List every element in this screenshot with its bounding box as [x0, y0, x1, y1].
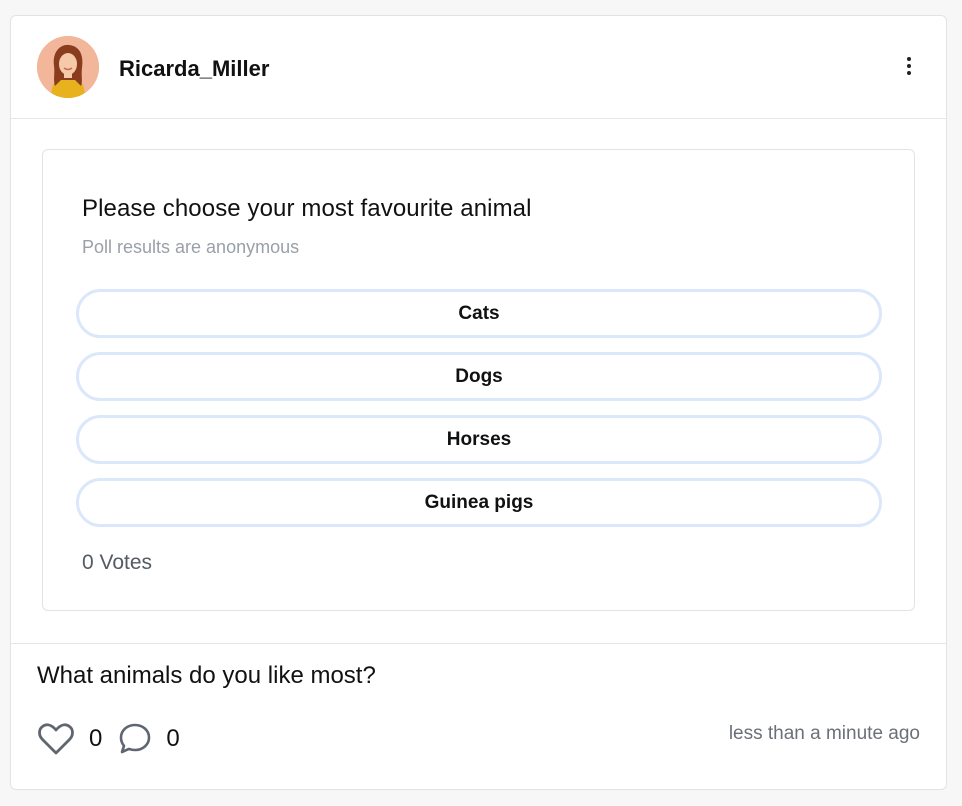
- poll-option-dogs[interactable]: Dogs: [76, 352, 882, 401]
- vertical-ellipsis-icon: [907, 57, 911, 75]
- post-timestamp: less than a minute ago: [728, 723, 920, 744]
- post-header: Ricarda_Miller: [11, 16, 946, 119]
- comment-button[interactable]: 0: [118, 722, 195, 756]
- like-count: 0: [89, 725, 103, 752]
- poll-vote-count: 0 Votes: [82, 551, 153, 574]
- poll-option-guinea-pigs[interactable]: Guinea pigs: [76, 478, 882, 527]
- like-button[interactable]: 0: [37, 722, 118, 756]
- post-card: Ricarda_Miller Please choose your most f…: [10, 15, 947, 790]
- post-actions: 0 0: [37, 722, 196, 756]
- post-media: Please choose your most favourite animal…: [11, 119, 946, 644]
- speech-bubble-icon: [120, 723, 151, 754]
- poll-option-cats[interactable]: Cats: [76, 289, 882, 338]
- author-name[interactable]: Ricarda_Miller: [119, 56, 269, 82]
- poll-options: Cats Dogs Horses Guinea pigs: [76, 289, 882, 541]
- poll-option-horses[interactable]: Horses: [76, 415, 882, 464]
- more-options-button[interactable]: [902, 54, 916, 78]
- heart-icon: [38, 723, 74, 755]
- avatar-image: [37, 36, 99, 98]
- poll-question: Please choose your most favourite animal: [82, 195, 532, 222]
- avatar[interactable]: [37, 36, 99, 98]
- poll-anonymity-note: Poll results are anonymous: [82, 237, 300, 257]
- poll: Please choose your most favourite animal…: [42, 149, 915, 611]
- comment-count: 0: [166, 725, 180, 752]
- post-caption: What animals do you like most?: [37, 662, 376, 689]
